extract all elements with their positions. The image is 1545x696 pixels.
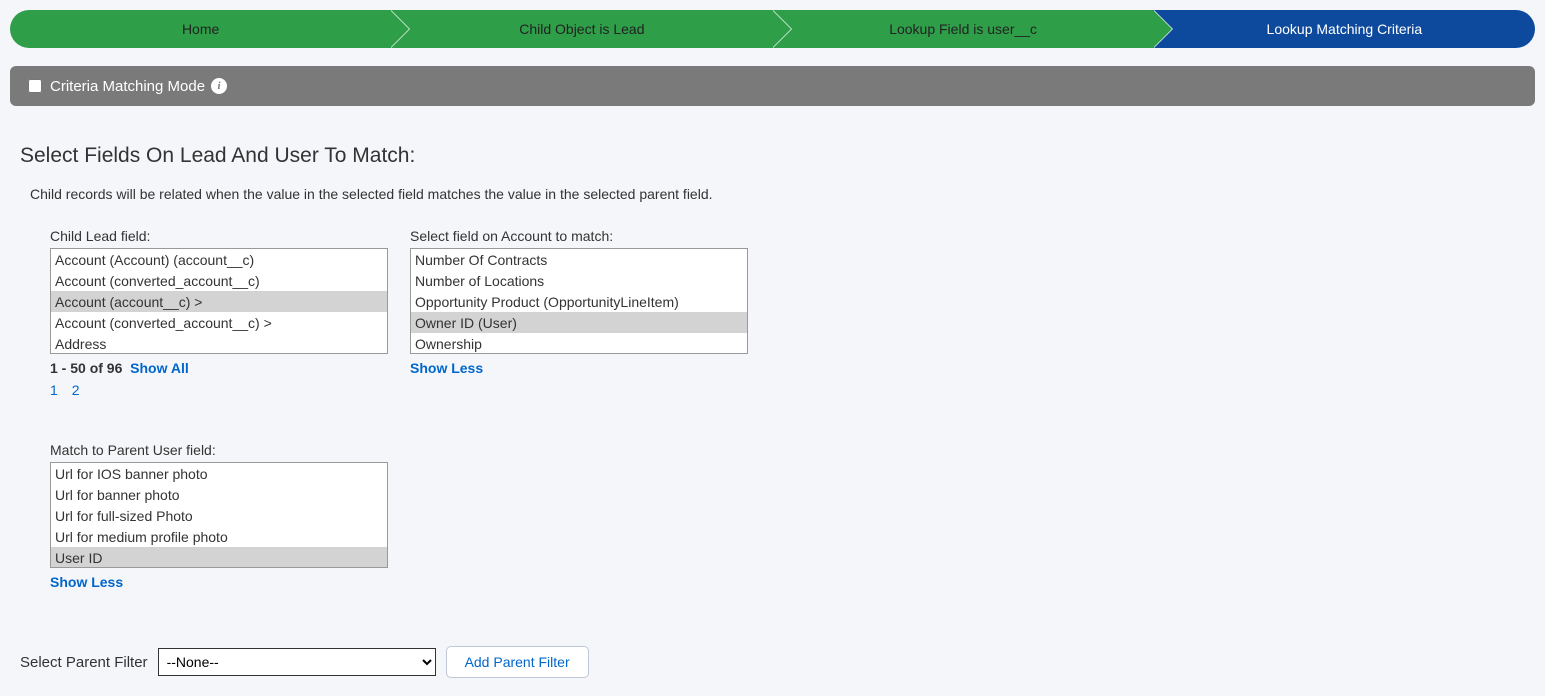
- wizard-step-label: Home: [182, 21, 219, 37]
- pager-page-links: 1 2: [50, 382, 388, 398]
- criteria-matching-mode-label: Criteria Matching Mode: [50, 78, 205, 95]
- parent-field-label: Match to Parent User field:: [50, 442, 388, 458]
- wizard-step-matching-criteria[interactable]: Lookup Matching Criteria: [1154, 10, 1535, 48]
- page-heading: Select Fields On Lead And User To Match:: [20, 144, 1525, 168]
- page-link-2[interactable]: 2: [72, 382, 80, 398]
- list-item[interactable]: Url for full-sized Photo: [51, 505, 387, 526]
- wizard-step-label: Lookup Field is user__c: [889, 21, 1037, 37]
- page-subtext: Child records will be related when the v…: [30, 186, 1525, 202]
- info-icon[interactable]: i: [211, 78, 227, 94]
- pager-range: 1 - 50 of 96: [50, 360, 122, 376]
- show-all-link[interactable]: Show All: [130, 360, 189, 376]
- list-item[interactable]: Url for banner photo: [51, 484, 387, 505]
- page-link-1[interactable]: 1: [50, 382, 58, 398]
- criteria-matching-mode-checkbox[interactable]: [28, 79, 42, 93]
- account-field-listbox[interactable]: Number Of Contracts Number of Locations …: [410, 248, 748, 354]
- child-field-listbox[interactable]: Account (Account) (account__c) Account (…: [50, 248, 388, 354]
- list-item[interactable]: Owner ID (User): [411, 312, 747, 333]
- criteria-matching-mode-bar: Criteria Matching Mode i: [10, 66, 1535, 106]
- list-item[interactable]: Url for medium profile photo: [51, 526, 387, 547]
- wizard-step-home[interactable]: Home: [10, 10, 391, 48]
- add-parent-filter-button[interactable]: Add Parent Filter: [446, 646, 589, 678]
- show-less-link[interactable]: Show Less: [50, 574, 123, 590]
- wizard-step-label: Child Object is Lead: [519, 21, 644, 37]
- show-less-link[interactable]: Show Less: [410, 360, 483, 376]
- list-item[interactable]: Number of Locations: [411, 270, 747, 291]
- list-item[interactable]: Account (account__c) >: [51, 291, 387, 312]
- list-item[interactable]: Account (Account) (account__c): [51, 249, 387, 270]
- child-field-label: Child Lead field:: [50, 228, 388, 244]
- parent-filter-label: Select Parent Filter: [20, 654, 148, 671]
- list-item[interactable]: Number Of Contracts: [411, 249, 747, 270]
- parent-field-listbox[interactable]: Url for IOS banner photo Url for banner …: [50, 462, 388, 568]
- wizard-step-label: Lookup Matching Criteria: [1267, 21, 1423, 37]
- wizard-step-child-object[interactable]: Child Object is Lead: [391, 10, 772, 48]
- list-item[interactable]: User ID: [51, 547, 387, 568]
- list-item[interactable]: Ownership: [411, 333, 747, 354]
- list-item[interactable]: Opportunity Product (OpportunityLineItem…: [411, 291, 747, 312]
- wizard-breadcrumb: Home Child Object is Lead Lookup Field i…: [10, 10, 1535, 48]
- child-field-pager: 1 - 50 of 96 Show All: [50, 360, 388, 376]
- account-field-label: Select field on Account to match:: [410, 228, 748, 244]
- list-item[interactable]: Account (converted_account__c) >: [51, 312, 387, 333]
- list-item[interactable]: Url for IOS banner photo: [51, 463, 387, 484]
- list-item[interactable]: Address: [51, 333, 387, 354]
- list-item[interactable]: Account (converted_account__c): [51, 270, 387, 291]
- parent-filter-select[interactable]: --None--: [158, 648, 436, 676]
- wizard-step-lookup-field[interactable]: Lookup Field is user__c: [773, 10, 1154, 48]
